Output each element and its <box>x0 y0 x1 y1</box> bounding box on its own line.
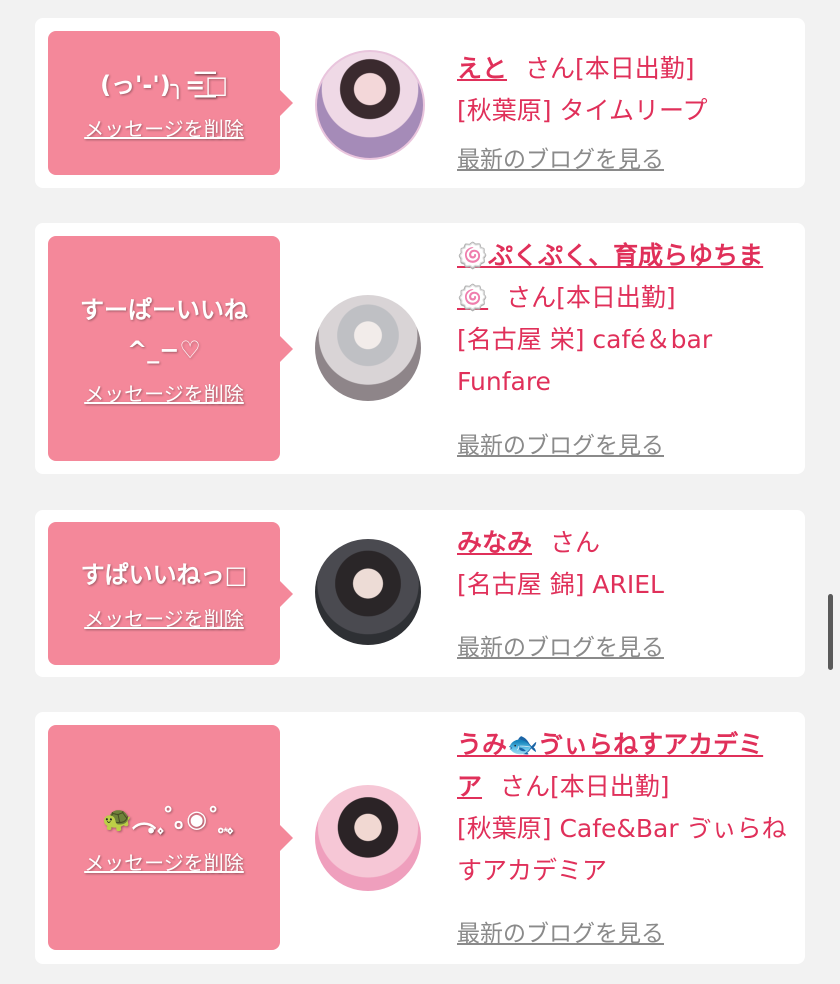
message-text: すぱいいねっ□ <box>80 561 248 589</box>
message-text: (っ'-')╮=͟͟͞͞□ <box>100 70 228 99</box>
message-bubble: (っ'-')╮=͟͟͞͞□ メッセージを削除 <box>48 31 293 175</box>
avatar[interactable] <box>315 539 421 645</box>
message-card: (っ'-')╮=͟͟͞͞□ メッセージを削除 えと さん[本日出勤] [秋葉原] … <box>35 18 805 188</box>
shop-label: [秋葉原] Cafe&Bar ゔぃらねすアカデミア <box>457 814 787 885</box>
shop-label: [名古屋 錦] ARIEL <box>457 570 664 599</box>
work-status: [本日出勤] <box>550 772 670 801</box>
san-label: さん <box>500 772 551 801</box>
message-bubble: すーぱーいいね ^_−♡ メッセージを削除 <box>48 236 293 461</box>
work-status: [本日出勤] <box>575 54 695 83</box>
delete-message-link[interactable]: メッセージを削除 <box>84 113 244 142</box>
cast-info: 🍥ぷくぷく、育成らゆちま🍥 さん[本日出勤] [名古屋 栄] café＆bar F… <box>457 235 787 403</box>
message-text: 🐢︵ ͙۪۪̥˚｡◉˚ ͙۪۪̥ <box>102 805 226 833</box>
message-bubble: 🐢︵ ͙۪۪̥˚｡◉˚ ͙۪۪̥ メッセージを削除 <box>48 725 293 950</box>
latest-blog-link[interactable]: 最新のブログを見る <box>457 140 664 174</box>
san-label: さん <box>550 528 601 557</box>
cast-info: えと さん[本日出勤] [秋葉原] タイムリープ <box>457 48 787 132</box>
latest-blog-link[interactable]: 最新のブログを見る <box>457 914 664 948</box>
cast-name-link[interactable]: えと <box>457 54 507 83</box>
avatar[interactable] <box>315 295 421 401</box>
message-bubble: すぱいいねっ□ メッセージを削除 <box>48 522 293 665</box>
scrollbar[interactable] <box>828 594 833 670</box>
cast-info: うみ🐟ゔぃらねすアカデミア さん[本日出勤] [秋葉原] Cafe&Bar ゔぃら… <box>457 724 787 892</box>
shop-label: [名古屋 栄] café＆bar Funfare <box>457 325 713 396</box>
san-label: さん <box>506 283 557 312</box>
message-card: すーぱーいいね ^_−♡ メッセージを削除 🍥ぷくぷく、育成らゆちま🍥 さん[本日… <box>35 223 805 474</box>
message-card: すぱいいねっ□ メッセージを削除 みなみ さん [名古屋 錦] ARIEL 最新の… <box>35 510 805 677</box>
cast-info: みなみ さん [名古屋 錦] ARIEL <box>457 522 787 606</box>
message-text: すーぱーいいね ^_−♡ <box>80 296 248 364</box>
latest-blog-link[interactable]: 最新のブログを見る <box>457 628 664 662</box>
shop-label: [秋葉原] タイムリープ <box>457 96 708 125</box>
latest-blog-link[interactable]: 最新のブログを見る <box>457 426 664 460</box>
work-status: [本日出勤] <box>556 283 676 312</box>
message-card: 🐢︵ ͙۪۪̥˚｡◉˚ ͙۪۪̥ メッセージを削除 うみ🐟ゔぃらねすアカデミアさ… <box>35 712 805 964</box>
delete-message-link[interactable]: メッセージを削除 <box>84 603 244 632</box>
avatar[interactable] <box>315 50 425 160</box>
san-label: さん <box>525 54 576 83</box>
avatar[interactable] <box>315 785 421 891</box>
cast-name-link[interactable]: みなみ <box>457 528 532 557</box>
delete-message-link[interactable]: メッセージを削除 <box>84 378 244 407</box>
delete-message-link[interactable]: メッセージを削除 <box>84 847 244 876</box>
